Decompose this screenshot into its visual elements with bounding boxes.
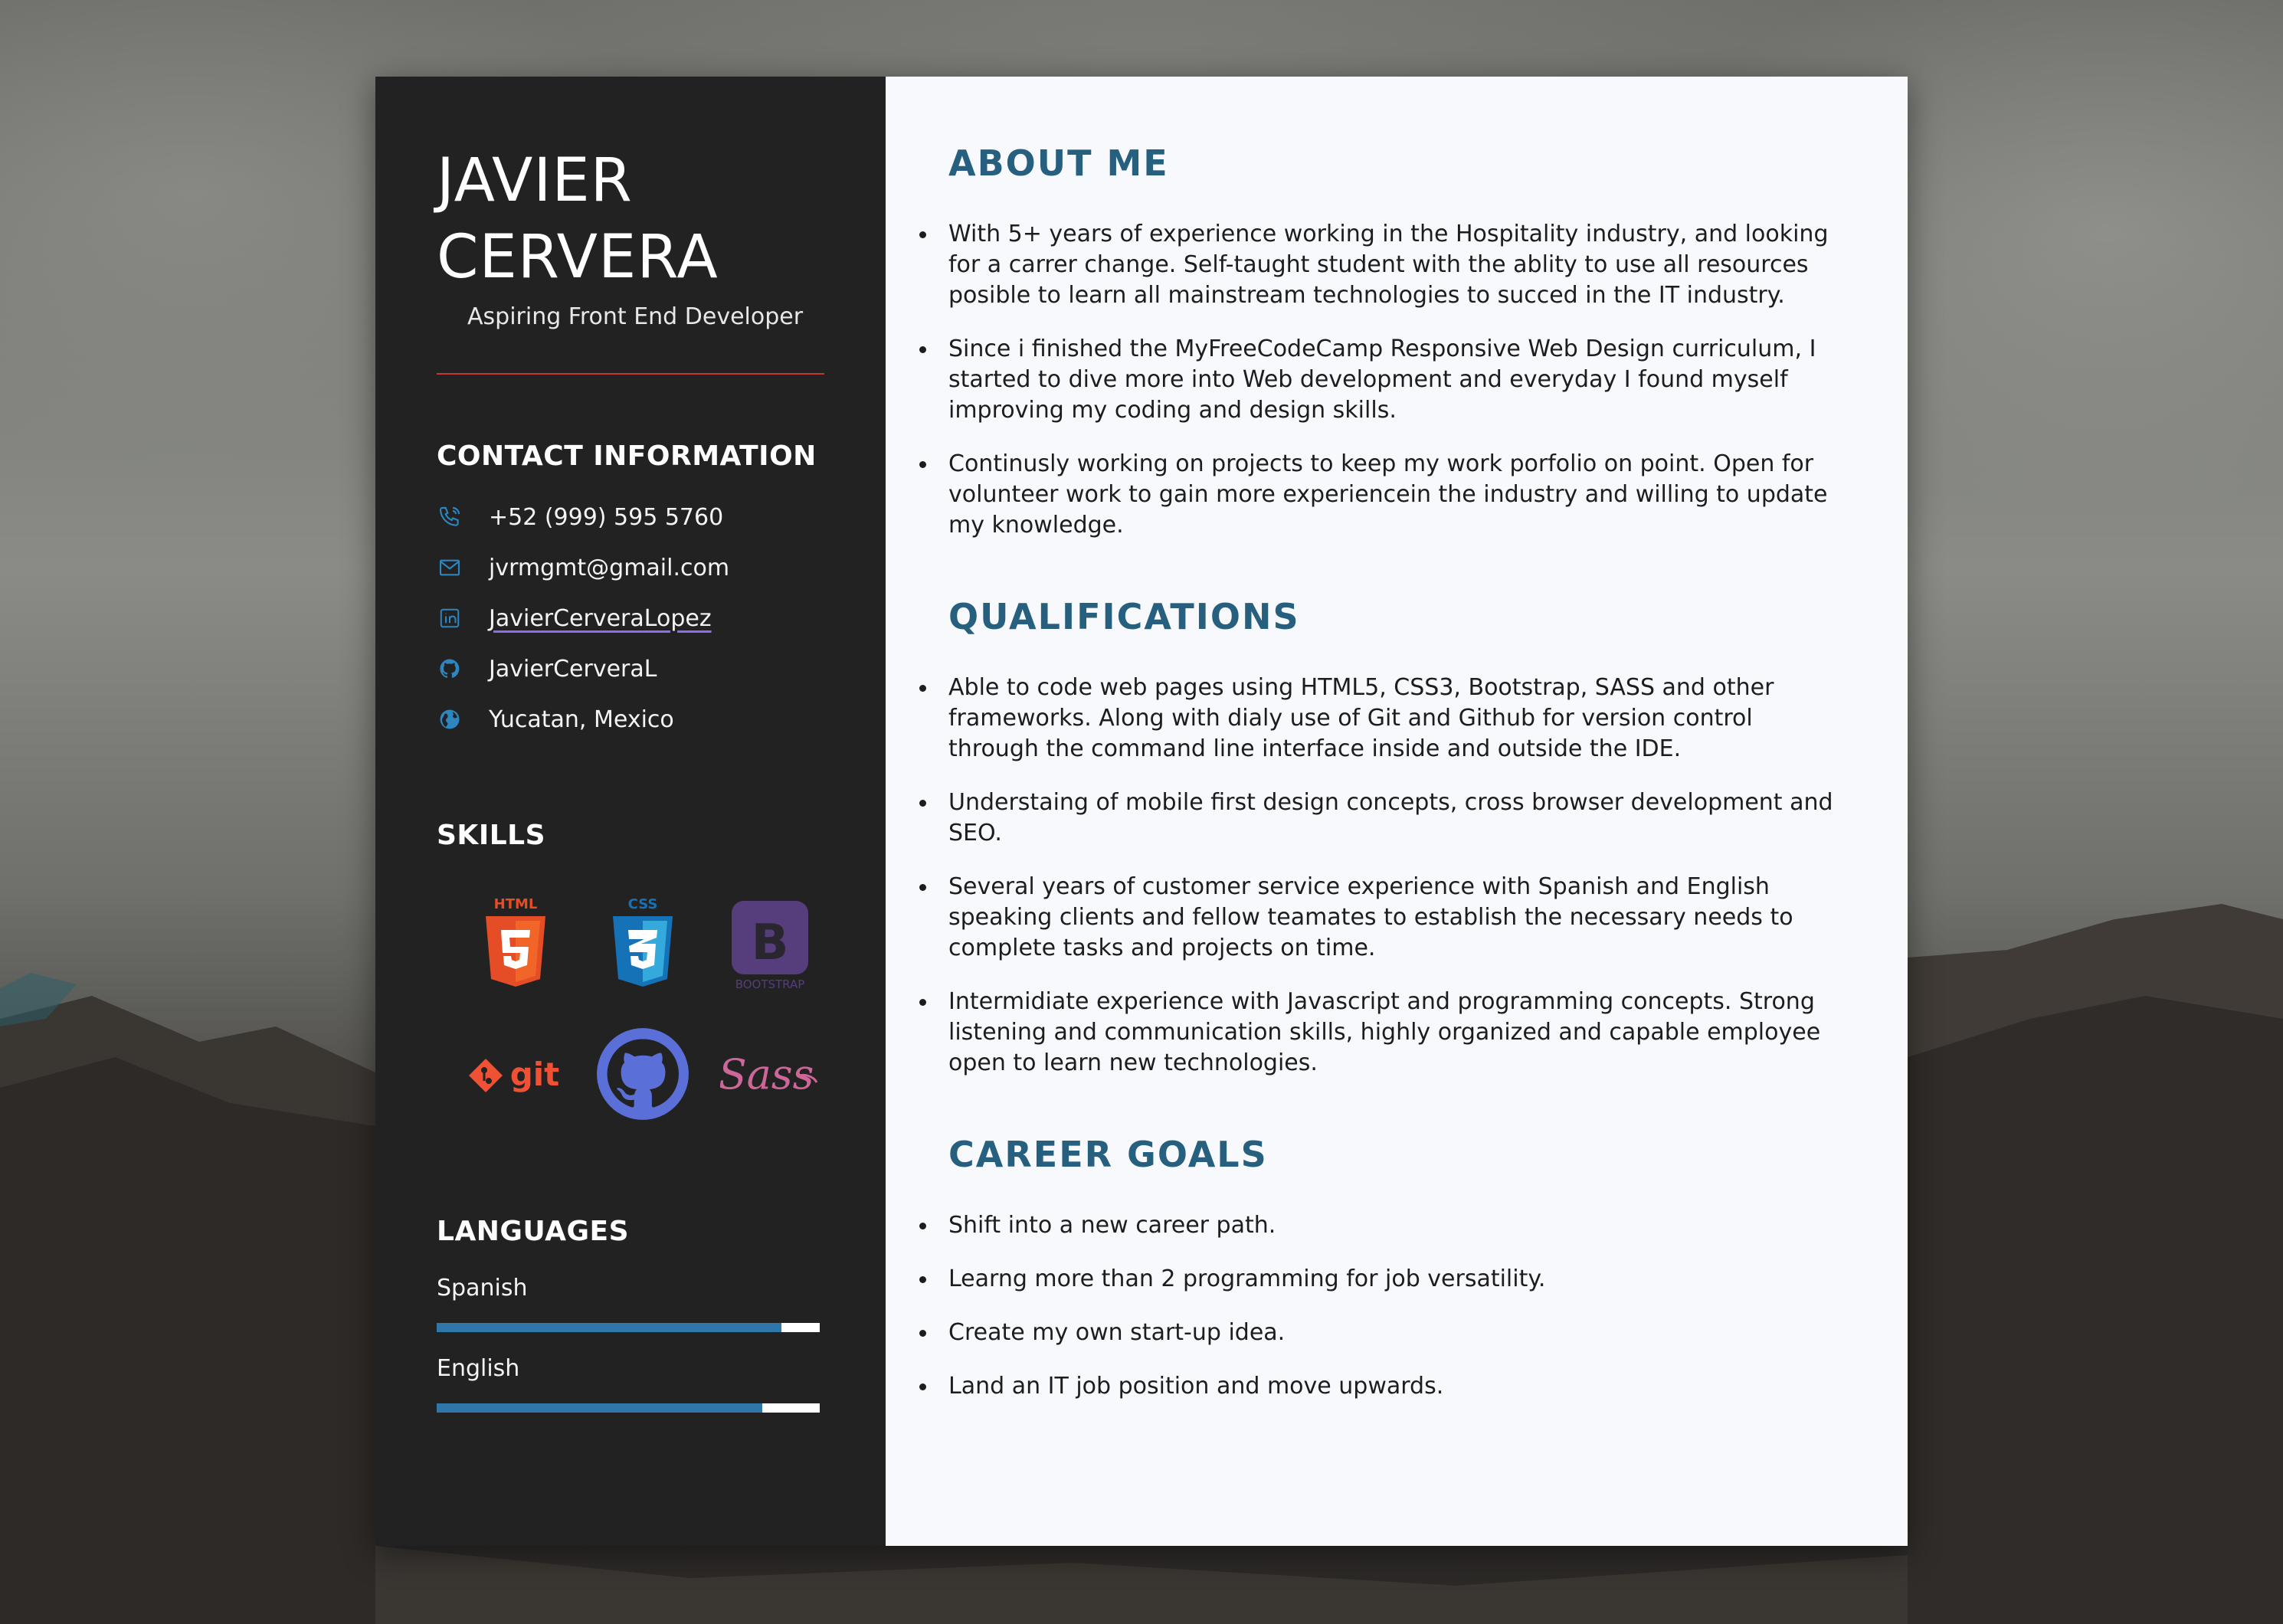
bootstrap-logo-label: BOOTSTRAP (735, 977, 805, 991)
about-section: ABOUT ME With 5+ years of experience wor… (919, 142, 1846, 541)
qualifications-heading: QUALIFICATIONS (948, 596, 1300, 637)
sidebar-divider (437, 373, 824, 375)
css3-logo: CSS (579, 896, 706, 991)
contact-email[interactable]: jvrmgmt@gmail.com (437, 542, 824, 593)
list-item: Several years of customer service experi… (919, 872, 1846, 964)
language-spanish-fill (437, 1323, 781, 1332)
bootstrap-logo: B BOOTSTRAP (706, 896, 834, 991)
about-list: With 5+ years of experience working in t… (919, 219, 1846, 541)
skills-heading: SKILLS (437, 820, 546, 851)
linkedin-link[interactable]: JavierCerveraLopez (489, 605, 712, 632)
language-english-label: English (437, 1355, 520, 1382)
language-spanish-label: Spanish (437, 1275, 528, 1301)
css3-logo-label: CSS (628, 896, 658, 912)
contact-heading: CONTACT INFORMATION (437, 440, 817, 472)
contact-location: Yucatan, Mexico (437, 694, 824, 745)
career-goals-list: Shift into a new career path. Learng mor… (919, 1210, 1846, 1402)
list-item: With 5+ years of experience working in t… (919, 219, 1846, 311)
list-item: Learng more than 2 programming for job v… (919, 1264, 1846, 1295)
list-item: Land an IT job position and move upwards… (919, 1371, 1846, 1402)
contact-phone-text: +52 (999) 595 5760 (489, 503, 724, 531)
profile-title: Aspiring Front End Developer (467, 303, 804, 330)
list-item: Continusly working on projects to keep m… (919, 449, 1846, 541)
about-heading: ABOUT ME (948, 142, 1169, 184)
mail-icon (437, 555, 463, 581)
career-goals-heading: CAREER GOALS (948, 1134, 1268, 1175)
svg-text:B: B (752, 915, 789, 971)
profile-name: JAVIER CERVERA (437, 146, 719, 292)
sass-logo: Sass (706, 1040, 834, 1108)
list-item: Intermidiate experience with Javascript … (919, 987, 1846, 1079)
resume-card: JAVIER CERVERA Aspiring Front End Develo… (375, 77, 1908, 1546)
phone-icon (437, 504, 463, 530)
languages-heading: LANGUAGES (437, 1216, 630, 1247)
career-goals-section: CAREER GOALS Shift into a new career pat… (919, 1134, 1846, 1402)
qualifications-list: Able to code web pages using HTML5, CSS3… (919, 673, 1846, 1079)
list-item: Create my own start-up idea. (919, 1318, 1846, 1348)
github-logo (579, 1026, 706, 1121)
html5-logo: HTML (452, 896, 579, 991)
list-item: Able to code web pages using HTML5, CSS3… (919, 673, 1846, 765)
skills-grid: HTML CSS B BOOTSTRAP git Sass (452, 879, 824, 1139)
list-item: Shift into a new career path. (919, 1210, 1846, 1241)
linkedin-icon (437, 605, 463, 631)
contact-github-text[interactable]: JavierCerveraL (489, 656, 657, 683)
language-english-bar (437, 1403, 820, 1413)
qualifications-section: QUALIFICATIONS Able to code web pages us… (919, 596, 1846, 1079)
contact-linkedin[interactable]: JavierCerveraLopez (437, 593, 824, 643)
contact-email-text[interactable]: jvrmgmt@gmail.com (489, 555, 729, 581)
list-item: Understaing of mobile first design conce… (919, 787, 1846, 849)
resume-sidebar: JAVIER CERVERA Aspiring Front End Develo… (375, 77, 886, 1546)
resume-main: ABOUT ME With 5+ years of experience wor… (886, 77, 1908, 1546)
html5-logo-label: HTML (494, 896, 538, 912)
contact-location-text: Yucatan, Mexico (489, 706, 674, 733)
git-logo: git (452, 1047, 579, 1101)
contact-github[interactable]: JavierCerveraL (437, 643, 824, 694)
language-spanish-bar (437, 1323, 820, 1332)
github-icon (437, 656, 463, 682)
language-english-fill (437, 1403, 762, 1413)
contact-list: +52 (999) 595 5760 jvrmgmt@gmail.com Jav… (437, 492, 824, 745)
globe-icon (437, 706, 463, 732)
git-logo-label: git (510, 1056, 560, 1093)
list-item: Since i finished the MyFreeCodeCamp Resp… (919, 334, 1846, 426)
contact-phone: +52 (999) 595 5760 (437, 492, 824, 542)
